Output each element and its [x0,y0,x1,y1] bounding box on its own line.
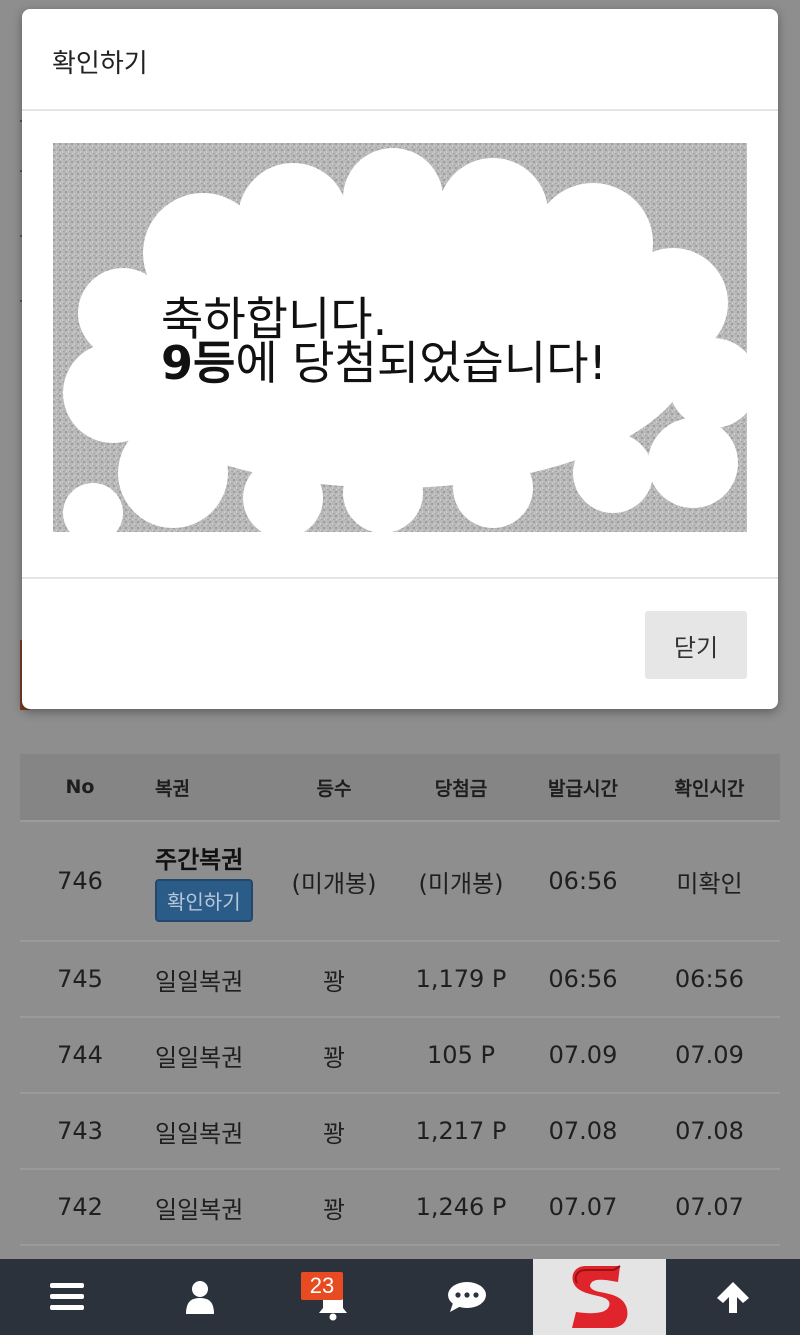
table-row: 745 일일복권 꽝 1,179 P 06:56 06:56 [20,941,780,1018]
arrow-up-icon [716,1282,749,1313]
table-header-row: No 복권 등수 당첨금 발급시간 확인시간 [20,754,780,822]
header-checked-time: 확인시간 [639,754,780,822]
row-issued-time: 07.07 [527,1169,639,1246]
row-checked-time: 07.09 [639,1017,780,1094]
row-no: 744 [20,1017,140,1094]
row-rank: (미개봉) [273,821,395,942]
row-no: 745 [20,941,140,1018]
header-rank: 등수 [273,754,395,822]
row-ticket-cell: 주간복권 확인하기 [140,821,273,942]
lottery-history-table: No 복권 등수 당첨금 발급시간 확인시간 746 주간복권 확인하기 (미개… [20,754,780,1246]
win-message-rest: 에 당첨되었습니다! [235,336,607,390]
table-row: 742 일일복권 꽝 1,246 P 07.07 07.07 [20,1169,780,1246]
table-row: 746 주간복권 확인하기 (미개봉) (미개봉) 06:56 미확인 [20,821,780,942]
header-prize: 당첨금 [395,754,527,822]
row-issued-time: 06:56 [527,941,639,1018]
row-issued-time: 07.08 [527,1093,639,1170]
row-no: 746 [20,821,140,942]
user-icon [185,1281,214,1314]
row-issued-time: 06:56 [527,821,639,942]
row-issued-time: 07.09 [527,1017,639,1094]
win-message-line2: 9등에 당첨되었습니다! [161,336,607,390]
row-rank: 꽝 [273,1017,395,1094]
chat-button[interactable] [400,1259,533,1335]
brand-logo [571,1265,627,1328]
row-checked-time: 07.07 [639,1169,780,1246]
row-prize: 1,246 P [395,1169,527,1246]
row-no: 742 [20,1169,140,1246]
row-prize: 105 P [395,1017,527,1094]
row-rank: 꽝 [273,1169,395,1246]
check-ticket-button[interactable]: 확인하기 [155,879,253,922]
row-prize: 1,217 P [395,1093,527,1170]
header-ticket: 복권 [140,754,273,822]
header-issued-time: 발급시간 [527,754,639,822]
scroll-top-button[interactable] [666,1259,799,1335]
profile-button[interactable] [133,1259,266,1335]
brand-logo-button[interactable] [533,1259,666,1335]
row-ticket-type: 일일복권 [140,1093,273,1170]
modal-footer: 닫기 [22,577,778,711]
table-row: 744 일일복권 꽝 105 P 07.09 07.09 [20,1017,780,1094]
menu-button[interactable] [0,1259,133,1335]
row-checked-time: 06:56 [639,941,780,1018]
row-checked-time: 07.08 [639,1093,780,1170]
row-ticket-type: 일일복권 [140,941,273,1018]
row-checked-status: 미확인 [639,821,780,942]
bottom-navigation-bar: 23 [0,1259,800,1335]
row-rank: 꽝 [273,1093,395,1170]
table-row: 743 일일복권 꽝 1,217 P 07.08 07.08 [20,1093,780,1170]
header-no: No [20,754,140,822]
row-prize: 1,179 P [395,941,527,1018]
modal-header: 확인하기 [22,9,778,111]
menu-icon [49,1283,84,1310]
notification-count-badge: 23 [301,1272,343,1300]
modal-body: 축하합니다. 9등에 당첨되었습니다! [53,143,747,532]
win-rank: 9등 [161,336,235,390]
confirm-modal: 확인하기 축하합니다. 9등에 당첨되었습니다! 닫기 [22,9,778,709]
row-no: 743 [20,1093,140,1170]
row-ticket-type: 주간복권 [155,846,244,874]
modal-title: 확인하기 [52,49,148,79]
row-rank: 꽝 [273,941,395,1018]
row-ticket-type: 일일복권 [140,1017,273,1094]
close-button[interactable]: 닫기 [645,611,747,679]
chat-icon [447,1282,486,1312]
win-result-image: 축하합니다. 9등에 당첨되었습니다! [53,143,747,532]
row-prize: (미개봉) [395,821,527,942]
row-ticket-type: 일일복권 [140,1169,273,1246]
